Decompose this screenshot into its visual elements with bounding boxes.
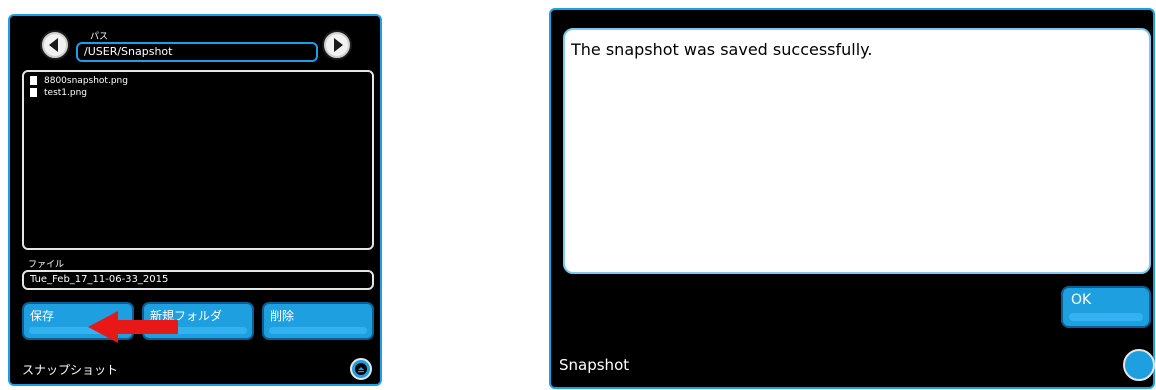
button-highlight <box>1069 313 1143 321</box>
forward-button[interactable] <box>322 30 352 60</box>
back-button[interactable] <box>40 30 70 60</box>
file-label: ファイル <box>28 260 65 270</box>
file-list[interactable]: 8800snapshot.png test1.png <box>22 70 374 250</box>
snapshot-result-dialog: The snapshot was saved successfully. OK … <box>549 8 1155 389</box>
file-icon <box>30 88 37 97</box>
scroll-button[interactable] <box>350 358 372 380</box>
menu-button[interactable] <box>1123 349 1155 381</box>
path-label: パス <box>90 32 109 42</box>
button-highlight <box>269 327 367 334</box>
list-item[interactable]: test1.png <box>24 87 372 99</box>
list-item[interactable]: 8800snapshot.png <box>24 75 372 87</box>
file-name: 8800snapshot.png <box>44 76 128 86</box>
path-field[interactable]: /USER/Snapshot <box>76 42 318 62</box>
message-text: The snapshot was saved successfully. <box>571 40 873 59</box>
arrow-right-icon <box>334 38 343 52</box>
file-icon <box>30 76 37 85</box>
arrow-left-icon <box>49 38 58 52</box>
save-button-label: 保存 <box>30 309 55 323</box>
delete-button-label: 削除 <box>270 309 295 323</box>
file-name: test1.png <box>44 88 88 98</box>
ok-button[interactable]: OK <box>1061 286 1151 328</box>
screen-title: Snapshot <box>559 356 630 374</box>
delete-button[interactable]: 削除 <box>262 302 374 340</box>
screen-title: スナップショット <box>22 363 119 377</box>
ok-button-label: OK <box>1071 292 1092 308</box>
message-box: The snapshot was saved successfully. <box>563 28 1151 274</box>
snapshot-file-dialog: パス /USER/Snapshot 8800snapshot.png test1… <box>8 14 382 386</box>
annotation-arrow-icon <box>88 311 178 343</box>
caret-up-icon <box>358 367 364 373</box>
file-name-field[interactable]: Tue_Feb_17_11-06-33_2015 <box>22 270 374 290</box>
